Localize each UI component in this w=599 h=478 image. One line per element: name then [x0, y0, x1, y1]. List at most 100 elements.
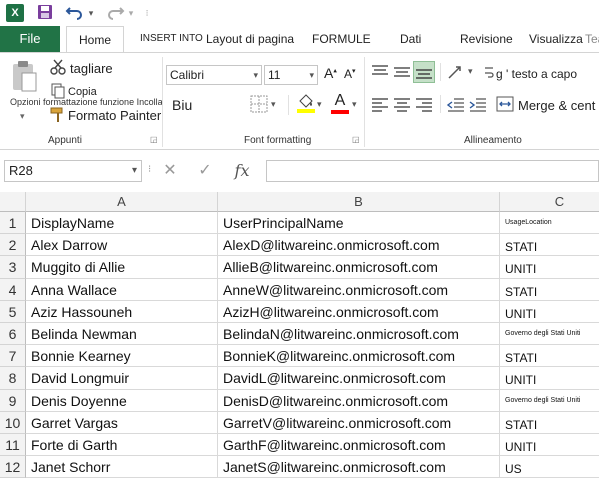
row-header[interactable]: 6 [0, 323, 26, 346]
paste-dropdown-icon[interactable]: ▾ [20, 111, 25, 122]
cancel-icon[interactable]: ✕ [158, 160, 182, 182]
cell-b-row-7[interactable]: BonnieK@litwareinc.onmicrosoft.com [218, 345, 500, 368]
name-box[interactable]: R28 ▾ [4, 160, 142, 182]
customize-toolbar-icon[interactable]: ⁝ [142, 4, 152, 22]
cell-c-row-6[interactable]: Governo degli Stati Uniti [500, 323, 599, 346]
cell-b-row-6[interactable]: BelindaN@litwareinc.onmicrosoft.com [218, 323, 500, 346]
cell-a-row-8[interactable]: David Longmuir [26, 367, 218, 390]
cell-b-row-12[interactable]: JanetS@litwareinc.onmicrosoft.com [218, 456, 500, 478]
cell-b-row-2[interactable]: AlexD@litwareinc.onmicrosoft.com [218, 234, 500, 257]
cut-button[interactable]: tagliare [70, 61, 113, 76]
chevron-down-icon[interactable]: ▾ [468, 66, 473, 77]
row-header[interactable]: 2 [0, 234, 26, 257]
cell-c-row-12[interactable]: US [500, 456, 599, 478]
align-top-icon[interactable] [370, 63, 390, 81]
bold-italic-underline-buttons[interactable]: Biu [172, 97, 192, 113]
cell-b-row-4[interactable]: AnneW@litwareinc.onmicrosoft.com [218, 278, 500, 301]
tab-view[interactable]: Visualizza [529, 26, 583, 52]
orientation-icon[interactable] [446, 63, 466, 81]
wrap-text-icon[interactable] [484, 65, 494, 81]
select-all-corner[interactable] [0, 192, 26, 212]
save-icon[interactable] [36, 4, 54, 22]
redo-icon[interactable] [104, 4, 126, 22]
increase-indent-icon[interactable] [468, 95, 488, 113]
enter-icon[interactable]: ✓ [193, 160, 217, 182]
format-painter-icon[interactable] [50, 107, 66, 123]
tab-data[interactable]: Dati [400, 26, 421, 52]
format-painter-button[interactable]: Formato Painter [68, 108, 161, 123]
merge-center-button[interactable]: Merge & cent [518, 98, 595, 113]
cell-b-row-9[interactable]: DenisD@litwareinc.onmicrosoft.com [218, 389, 500, 412]
undo-icon[interactable] [64, 4, 86, 22]
font-launcher-icon[interactable]: ◲ [352, 135, 360, 144]
cut-icon[interactable] [50, 59, 66, 75]
cell-b-row-8[interactable]: DavidL@litwareinc.onmicrosoft.com [218, 367, 500, 390]
cell-c-row-1[interactable]: UsageLocation [500, 212, 599, 235]
cell-a-row-3[interactable]: Muggito di Allie [26, 256, 218, 279]
cell-a-row-7[interactable]: Bonnie Kearney [26, 345, 218, 368]
merge-center-icon[interactable] [496, 95, 514, 113]
cell-c-row-8[interactable]: UNITI [500, 367, 599, 390]
formula-input[interactable] [266, 160, 599, 182]
cell-c-row-10[interactable]: STATI [500, 412, 599, 434]
cell-a-row-6[interactable]: Belinda Newman [26, 323, 218, 346]
decrease-indent-icon[interactable] [446, 95, 466, 113]
cell-b-row-3[interactable]: AllieB@litwareinc.onmicrosoft.com [218, 256, 500, 279]
cell-c-row-3[interactable]: UNITI [500, 256, 599, 279]
undo-dropdown-icon[interactable]: ▾ [86, 4, 96, 22]
align-bottom-icon[interactable] [413, 61, 435, 83]
copy-icon[interactable] [50, 83, 66, 99]
align-left-icon[interactable] [370, 95, 390, 113]
align-middle-icon[interactable] [392, 63, 412, 81]
cell-c-row-4[interactable]: STATI [500, 279, 599, 301]
column-header-b[interactable]: B [218, 192, 500, 212]
chevron-down-icon[interactable]: ▾ [253, 66, 258, 84]
align-right-icon[interactable] [414, 95, 434, 113]
font-name-combo[interactable]: Calibri ▾ [166, 65, 262, 85]
cell-a-row-2[interactable]: Alex Darrow [26, 234, 218, 257]
tab-home[interactable]: Home [66, 26, 124, 53]
chevron-down-icon[interactable]: ▾ [352, 99, 357, 110]
cell-c-row-7[interactable]: STATI [500, 345, 599, 368]
cell-b-row-1[interactable]: UserPrincipalName [218, 212, 500, 235]
cell-c-row-9[interactable]: Governo degli Stati Uniti [500, 390, 599, 412]
cell-b-row-10[interactable]: GarretV@litwareinc.onmicrosoft.com [218, 411, 500, 434]
cell-b-row-5[interactable]: AzizH@litwareinc.onmicrosoft.com [218, 300, 500, 323]
insert-function-icon[interactable]: fx [228, 160, 256, 182]
tab-insert[interactable]: INSERT INTO [140, 26, 203, 52]
cell-c-row-5[interactable]: UNITI [500, 301, 599, 323]
row-header[interactable]: 8 [0, 367, 26, 390]
wrap-text-button[interactable]: g ' testo a capo [496, 67, 577, 81]
row-header[interactable]: 1 [0, 212, 26, 235]
redo-dropdown-icon[interactable]: ▾ [126, 4, 136, 22]
paste-options-label[interactable]: Opzioni formattazione funzione Incolla [10, 97, 163, 107]
chevron-down-icon[interactable]: ▾ [317, 99, 322, 110]
borders-icon[interactable] [250, 95, 268, 113]
chevron-down-icon[interactable]: ▾ [132, 161, 137, 181]
row-header[interactable]: 12 [0, 456, 26, 478]
row-header[interactable]: 7 [0, 345, 26, 368]
copy-button[interactable]: Copia [68, 86, 97, 98]
cell-a-row-4[interactable]: Anna Wallace [26, 278, 218, 301]
tab-formulas[interactable]: FORMULE [312, 26, 371, 52]
clipboard-launcher-icon[interactable]: ◲ [150, 135, 158, 144]
row-header[interactable]: 3 [0, 256, 26, 279]
cell-a-row-5[interactable]: Aziz Hassouneh [26, 300, 218, 323]
cell-c-row-2[interactable]: STATI [500, 234, 599, 257]
chevron-down-icon[interactable]: ▾ [271, 99, 276, 110]
paste-icon[interactable] [10, 59, 40, 93]
font-color-icon[interactable]: A [330, 93, 350, 115]
tab-review[interactable]: Revisione [460, 26, 513, 52]
tab-file[interactable]: File [0, 26, 60, 52]
row-header[interactable]: 10 [0, 411, 26, 434]
row-header[interactable]: 9 [0, 389, 26, 412]
cell-a-row-12[interactable]: Janet Schorr [26, 456, 218, 478]
tab-page-layout[interactable]: Layout di pagina [206, 26, 294, 52]
column-header-c[interactable]: C [500, 192, 599, 212]
row-header[interactable]: 4 [0, 278, 26, 301]
font-size-combo[interactable]: 11 ▾ [264, 65, 318, 85]
formula-bar-handle-icon[interactable]: ⁝ [148, 164, 151, 175]
align-center-icon[interactable] [392, 95, 412, 113]
grow-font-button[interactable]: A▴ [324, 65, 337, 81]
cell-a-row-9[interactable]: Denis Doyenne [26, 389, 218, 412]
